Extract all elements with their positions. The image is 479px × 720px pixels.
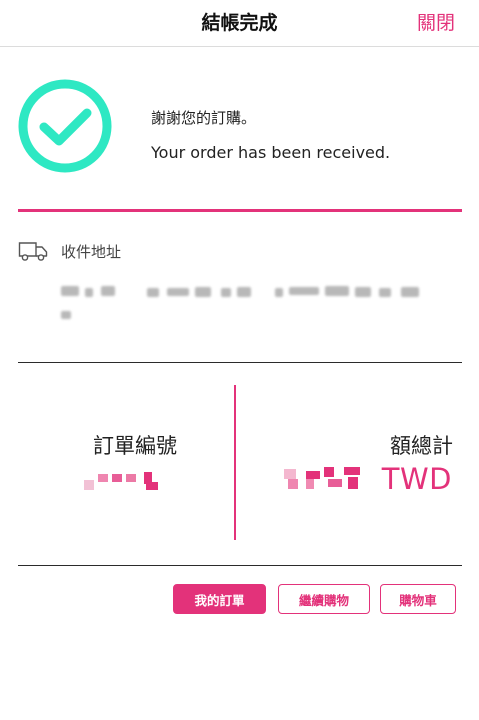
check-circle-icon [18,79,112,173]
cart-button[interactable]: 購物車 [380,584,456,614]
divider-line [18,362,462,363]
close-button[interactable]: 關閉 [417,8,455,35]
section-divider [18,209,462,212]
shipping-address-label: 收件地址 [61,243,122,261]
continue-shopping-button[interactable]: 繼續購物 [278,584,370,614]
truck-icon [18,242,48,261]
my-orders-button[interactable]: 我的訂單 [173,584,266,614]
divider-line [18,565,462,566]
page-title: 結帳完成 [201,12,278,34]
header-bar: 結帳完成 關閉 [0,0,479,47]
shipping-address-redacted [61,284,436,324]
order-received-message: Your order has been received. [151,143,391,162]
order-number-redacted [84,472,184,492]
vertical-divider [234,385,236,540]
total-label: 額總計 [390,434,453,458]
total-amount-redacted [283,465,374,493]
order-number-label: 訂單編號 [93,434,177,458]
total-value: TWD [283,461,452,497]
currency-label: TWD [381,462,452,496]
thank-you-message: 謝謝您的訂購。 [151,109,257,127]
